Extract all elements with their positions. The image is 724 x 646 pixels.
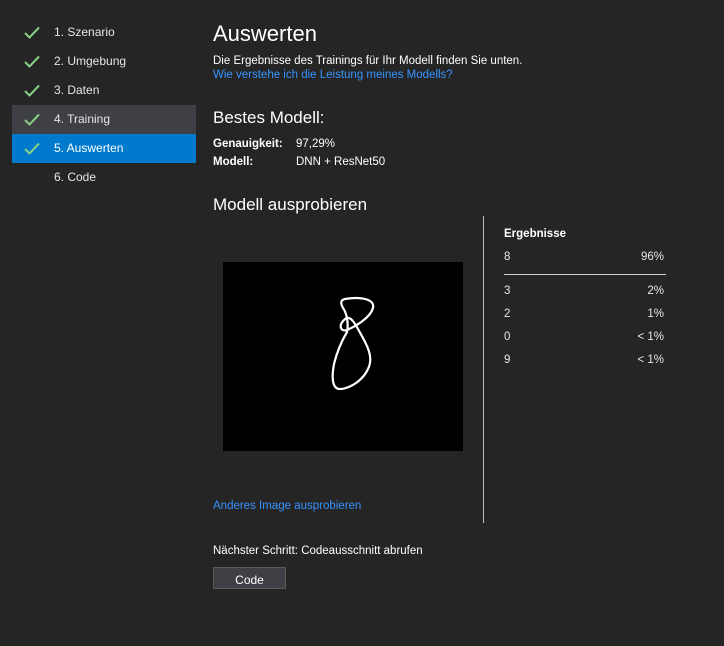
result-percent: < 1% <box>637 331 664 343</box>
checkmark-icon <box>24 26 40 39</box>
step-label: 2. Umgebung <box>54 54 127 68</box>
step-label: 4. Training <box>54 112 111 126</box>
code-button[interactable]: Code <box>213 567 286 589</box>
result-label: 2 <box>504 308 511 320</box>
step-navigation: 1. Szenario 2. Umgebung 3. Daten 4. Trai… <box>12 18 196 192</box>
accuracy-value: 97,29% <box>296 138 336 150</box>
step-label: 1. Szenario <box>54 25 115 39</box>
checkmark-icon <box>24 84 40 97</box>
page-title: Auswerten <box>213 21 317 46</box>
model-label: Modell: <box>213 156 254 168</box>
step-label: 5. Auswerten <box>54 141 124 155</box>
checkmark-icon <box>24 142 40 155</box>
vertical-divider <box>483 216 484 523</box>
page-description: Die Ergebnisse des Trainings für Ihr Mod… <box>213 55 523 67</box>
result-row: 9 < 1% <box>504 354 674 372</box>
accuracy-label: Genauigkeit: <box>213 138 283 150</box>
result-percent: 2% <box>647 285 664 297</box>
step-code[interactable]: 6. Code <box>12 163 196 192</box>
checkmark-icon <box>24 113 40 126</box>
results-heading: Ergebnisse <box>504 228 566 240</box>
step-training[interactable]: 4. Training <box>12 105 196 134</box>
result-row: 0 < 1% <box>504 331 674 349</box>
result-percent: < 1% <box>637 354 664 366</box>
results-separator <box>504 274 666 275</box>
best-model-heading: Bestes Modell: <box>213 108 325 127</box>
result-percent: 96% <box>640 251 664 263</box>
result-percent: 1% <box>647 308 664 320</box>
result-row: 2 1% <box>504 308 674 326</box>
other-image-link[interactable]: Anderes Image ausprobieren <box>213 500 361 512</box>
help-link[interactable]: Wie verstehe ich die Leistung meines Mod… <box>213 69 453 81</box>
handwritten-digit-drawing <box>331 296 375 391</box>
result-label: 3 <box>504 285 511 297</box>
result-row-top: 8 96% <box>504 251 674 269</box>
result-label: 8 <box>504 251 511 263</box>
model-value: DNN + ResNet50 <box>296 156 386 168</box>
result-label: 9 <box>504 354 511 366</box>
step-umgebung[interactable]: 2. Umgebung <box>12 47 196 76</box>
step-szenario[interactable]: 1. Szenario <box>12 18 196 47</box>
try-model-heading: Modell ausprobieren <box>213 195 368 214</box>
step-label: 6. Code <box>54 170 97 184</box>
step-auswerten[interactable]: 5. Auswerten <box>12 134 196 163</box>
step-label: 3. Daten <box>54 83 100 97</box>
result-row: 3 2% <box>504 285 674 303</box>
result-label: 0 <box>504 331 511 343</box>
drawing-canvas[interactable] <box>223 262 463 451</box>
next-step-text: Nächster Schritt: Codeausschnitt abrufen <box>213 545 423 557</box>
checkmark-icon <box>24 55 40 68</box>
step-daten[interactable]: 3. Daten <box>12 76 196 105</box>
